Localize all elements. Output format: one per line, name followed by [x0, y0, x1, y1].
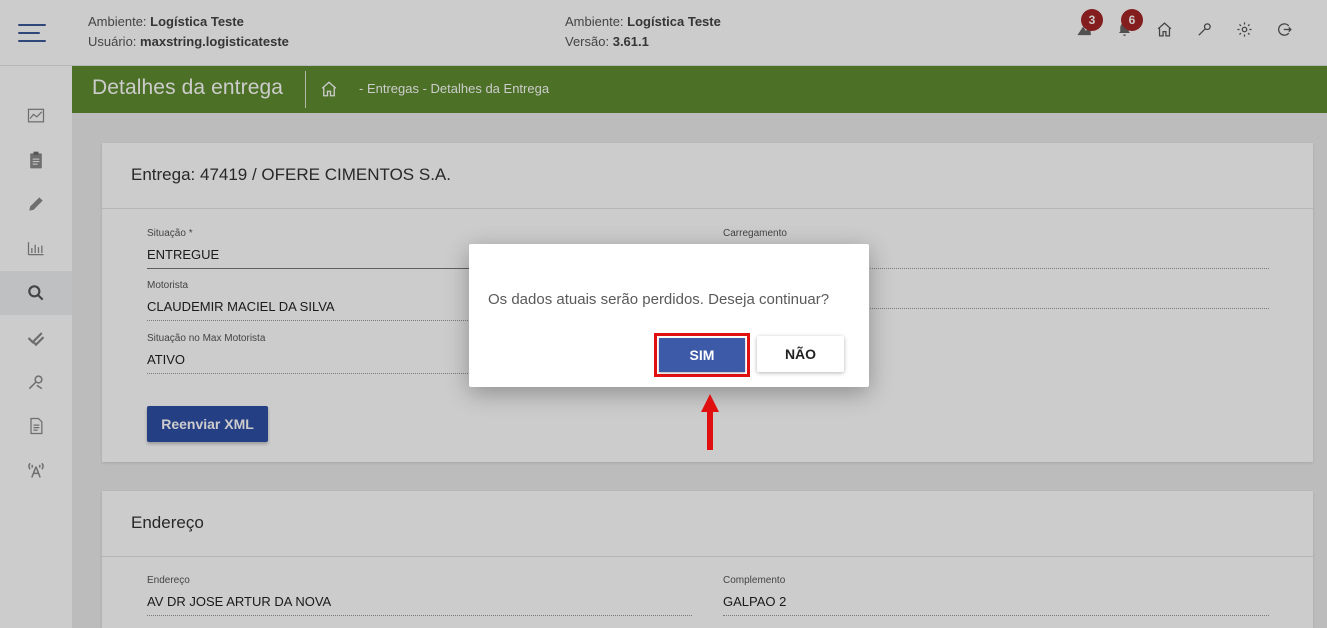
- dialog-message: Os dados atuais serão perdidos. Deseja c…: [488, 291, 830, 308]
- confirm-dialog: Os dados atuais serão perdidos. Deseja c…: [469, 244, 869, 387]
- confirm-no-button[interactable]: NÃO: [757, 336, 844, 372]
- confirm-yes-label[interactable]: SIM: [659, 338, 745, 372]
- annotation-arrow-icon: [701, 394, 719, 450]
- confirm-yes-button[interactable]: SIM: [654, 333, 750, 377]
